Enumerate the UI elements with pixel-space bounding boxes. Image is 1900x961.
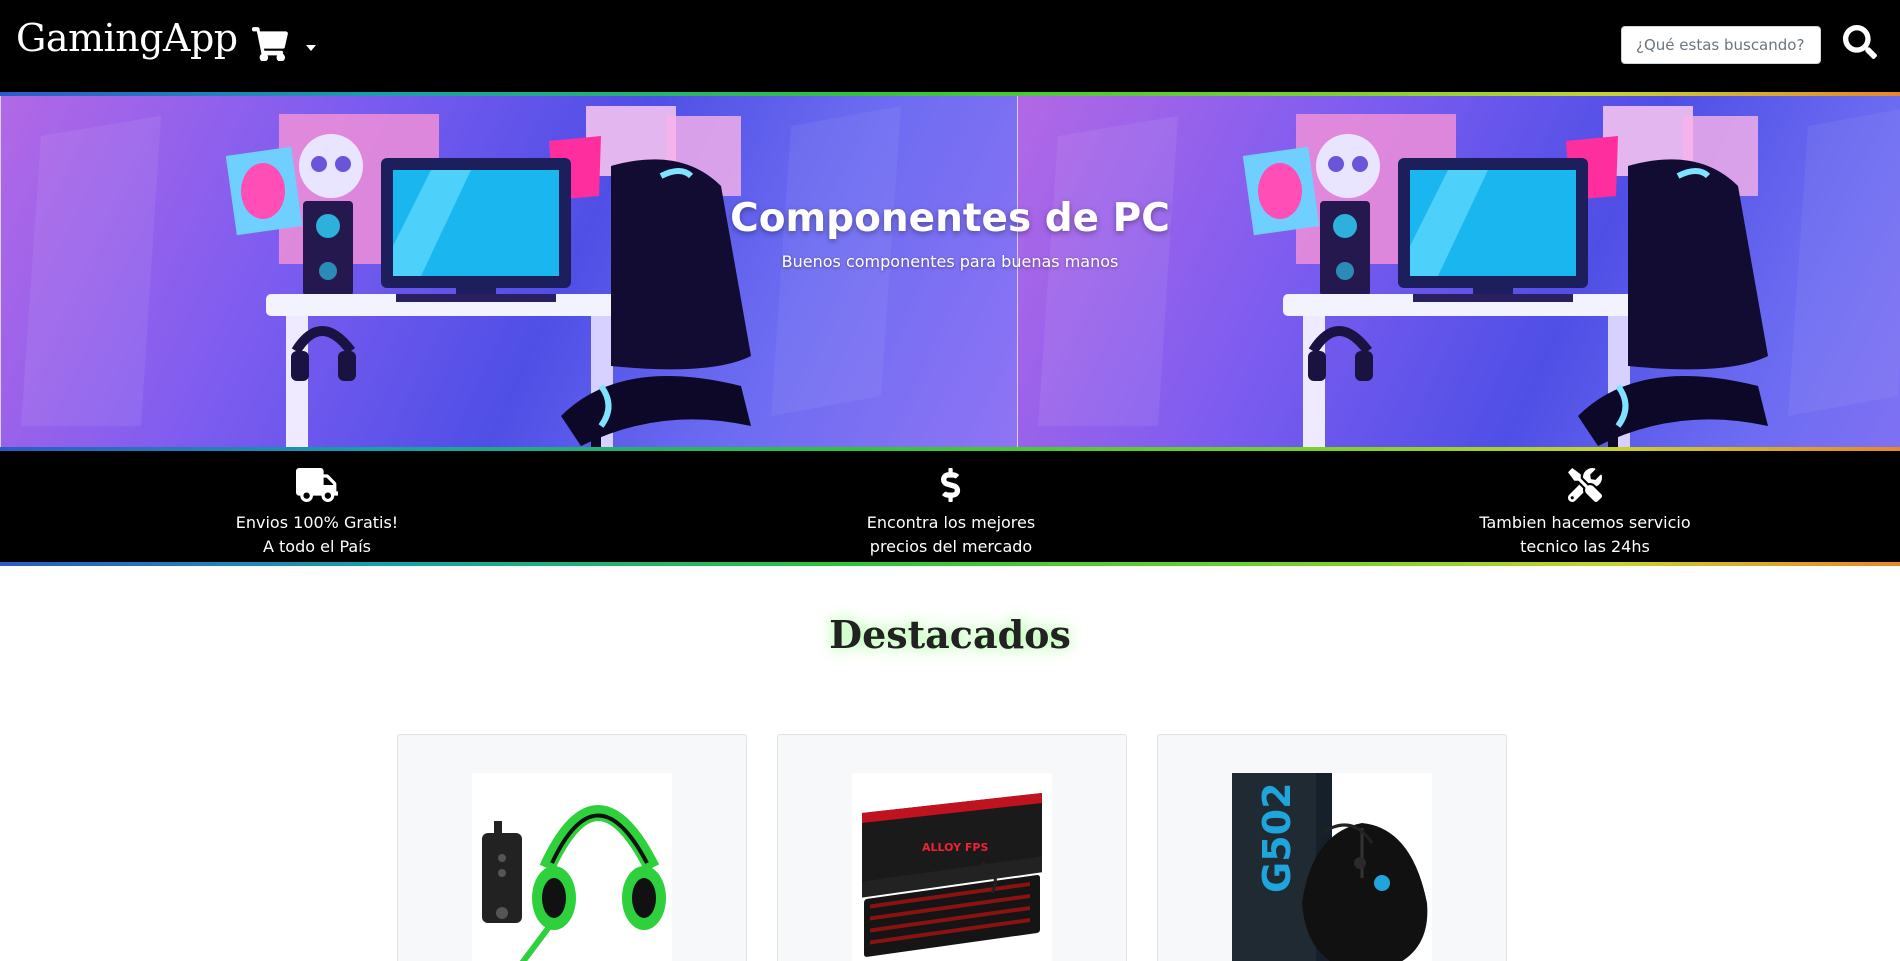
feature-free-shipping-line2: A todo el País: [262, 537, 371, 556]
search-input[interactable]: [1621, 26, 1821, 64]
brand-logo[interactable]: GamingApp: [16, 16, 238, 60]
feature-best-prices-line1: Encontra los mejores: [866, 513, 1036, 532]
product-card-mouse[interactable]: G502: [1157, 734, 1507, 961]
mouse-box-text: G502: [1255, 782, 1299, 893]
shopping-cart-icon: [252, 27, 290, 65]
hero-banner: Componentes de PC Buenos componentes par…: [0, 96, 1900, 447]
tools-icon: [1405, 465, 1765, 505]
hero-image-gaming-setup: [0, 96, 1017, 447]
feature-free-shipping-line1: Envios 100% Gratis!: [235, 513, 399, 532]
product-card-headset[interactable]: [397, 734, 747, 961]
hero-image-gaming-setup-duplicate: [1017, 96, 1900, 447]
search-button[interactable]: [1840, 24, 1880, 64]
cart-dropdown-toggle[interactable]: [252, 26, 322, 66]
headset-image: [472, 773, 672, 961]
mouse-image: G502: [1232, 773, 1432, 961]
product-card-keyboard[interactable]: ALLOY FPS: [777, 734, 1127, 961]
features-bar: Envios 100% Gratis! A todo el País Encon…: [0, 451, 1900, 562]
destacados-heading: Destacados: [829, 612, 1071, 657]
features-divider: [0, 562, 1900, 566]
search-icon: [1843, 25, 1877, 63]
dollar-icon: [771, 465, 1131, 505]
feature-tech-service-line2: tecnico las 24hs: [1520, 537, 1650, 556]
feature-best-prices-line2: precios del mercado: [869, 537, 1033, 556]
feature-best-prices: Encontra los mejores precios del mercado: [771, 465, 1131, 559]
feature-tech-service-line1: Tambien hacemos servicio: [1479, 513, 1691, 532]
feature-tech-service: Tambien hacemos servicio tecnico las 24h…: [1405, 465, 1765, 559]
hero-subtitle: Buenos componentes para buenas manos: [781, 252, 1119, 271]
keyboard-image: ALLOY FPS: [852, 773, 1052, 961]
caret-down-icon: [306, 45, 316, 51]
keyboard-box-text: ALLOY FPS: [922, 841, 988, 854]
hero-title: Componentes de PC: [730, 196, 1170, 241]
truck-icon: [137, 465, 497, 505]
feature-free-shipping: Envios 100% Gratis! A todo el País: [137, 465, 497, 559]
navbar: GamingApp: [0, 0, 1900, 93]
